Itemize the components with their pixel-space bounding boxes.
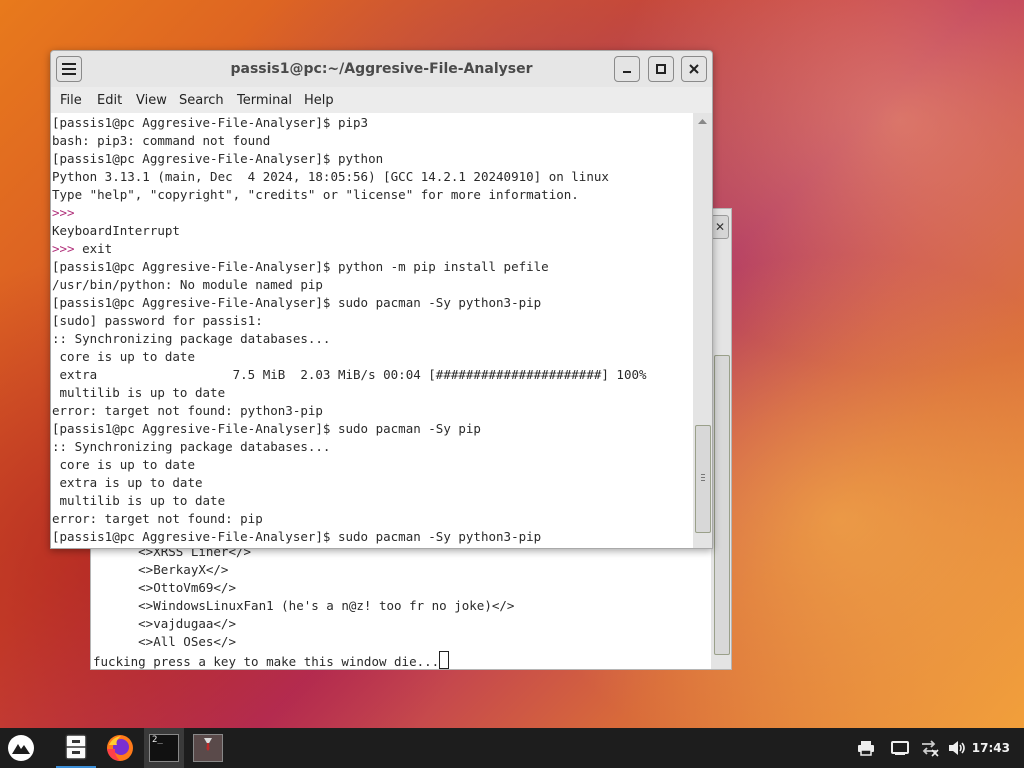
- menu-bar: File Edit View Search Terminal Help: [51, 89, 712, 113]
- terminal-line: core is up to date: [52, 457, 195, 472]
- terminal-icon-label: 2_: [152, 735, 163, 745]
- terminal-line: :: Synchronizing package databases...: [52, 331, 331, 346]
- terminal-last-line: fucking press a key to make this window …: [93, 651, 514, 669]
- terminal-scrollbar[interactable]: [693, 113, 712, 548]
- menu-help[interactable]: Help: [304, 93, 334, 108]
- clock[interactable]: 17:43: [972, 728, 1010, 768]
- terminal-line: multilib is up to date: [52, 385, 226, 400]
- terminal-icon: 2_: [149, 734, 179, 762]
- terminal-line: <>vajdugaa</>: [93, 616, 236, 631]
- firefox-button[interactable]: [100, 728, 140, 768]
- terminal-line: >>>: [52, 205, 75, 220]
- terminal-line: extra 7.5 MiB 2.03 MiB/s 00:04 [########…: [52, 367, 647, 382]
- terminal-line: Python 3.13.1 (main, Dec 4 2024, 18:05:5…: [52, 169, 609, 184]
- terminal-line: <>WindowsLinuxFan1 (he's a n@z! too fr n…: [93, 598, 515, 613]
- monitor-icon: [891, 741, 909, 755]
- terminal-taskbar-button[interactable]: 2_: [144, 728, 184, 768]
- terminal-output[interactable]: [passis1@pc Aggresive-File-Analyser]$ pi…: [51, 113, 693, 548]
- scroll-up-arrow-icon[interactable]: [693, 115, 712, 129]
- network-disconnected-icon: [922, 740, 939, 757]
- terminal-line: KeyboardInterrupt: [52, 223, 180, 238]
- scrollbar-thumb[interactable]: [695, 425, 711, 533]
- terminal-line: extra is up to date: [52, 475, 203, 490]
- terminal-line: multilib is up to date: [52, 493, 226, 508]
- volume-tray-button[interactable]: [946, 728, 968, 768]
- terminal-window[interactable]: passis1@pc:~/Aggresive-File-Analyser Fil…: [50, 50, 713, 549]
- hamburger-icon: [62, 63, 76, 75]
- printer-tray-button[interactable]: [856, 728, 876, 768]
- terminal-line: bash: pip3: command not found: [52, 133, 271, 148]
- display-tray-button[interactable]: [890, 728, 910, 768]
- terminal-line: [passis1@pc Aggresive-File-Analyser]$ py…: [52, 259, 549, 274]
- hamburger-menu-button[interactable]: [56, 56, 82, 82]
- scrollbar-thumb[interactable]: [714, 355, 730, 655]
- terminal-line: error: target not found: pip: [52, 511, 263, 526]
- menu-file[interactable]: File: [60, 93, 82, 108]
- file-cabinet-icon: [65, 734, 87, 760]
- terminal-line: core is up to date: [52, 349, 195, 364]
- minimize-icon: [623, 71, 631, 73]
- terminal-line: Type "help", "copyright", "credits" or "…: [52, 187, 579, 202]
- terminal-icon: [193, 734, 223, 762]
- maximize-icon: [656, 64, 666, 74]
- text-cursor: [439, 651, 450, 669]
- terminal-line: :: Synchronizing package databases...: [52, 439, 331, 454]
- app-menu-button[interactable]: [2, 728, 40, 768]
- terminal-line: error: target not found: python3-pip: [52, 403, 323, 418]
- file-manager-button[interactable]: [56, 728, 96, 768]
- close-icon[interactable]: ✕: [711, 215, 729, 239]
- menu-terminal[interactable]: Terminal: [237, 93, 292, 108]
- terminal-line: <>BerkayX</>: [93, 562, 229, 577]
- terminal-line-text: fucking press a key to make this window …: [93, 654, 440, 669]
- window-titlebar[interactable]: passis1@pc:~/Aggresive-File-Analyser: [51, 51, 712, 87]
- terminal-line: /usr/bin/python: No module named pip: [52, 277, 323, 292]
- terminal-line: [passis1@pc Aggresive-File-Analyser]$ py…: [52, 151, 384, 166]
- terminal-line: [passis1@pc Aggresive-File-Analyser]$ pi…: [52, 115, 369, 130]
- volume-icon: [949, 741, 965, 755]
- terminal-line: [passis1@pc Aggresive-File-Analyser]$ su…: [52, 421, 481, 436]
- repl-prompt: >>>: [52, 241, 75, 256]
- distro-logo-icon: [8, 735, 34, 761]
- minimize-button[interactable]: [614, 56, 640, 82]
- taskbar: 2_ 17:43: [0, 728, 1024, 768]
- network-tray-button[interactable]: [918, 728, 940, 768]
- firefox-icon: [107, 735, 133, 761]
- terminal-line: [passis1@pc Aggresive-File-Analyser]$ su…: [52, 295, 542, 310]
- terminal-taskbar-button-2[interactable]: [188, 728, 228, 768]
- menu-view[interactable]: View: [136, 93, 167, 108]
- terminal-line: >>> exit: [52, 240, 647, 258]
- terminal-line: [passis1@pc Aggresive-File-Analyser]$ su…: [52, 529, 542, 544]
- terminal-line: <>OttoVm69</>: [93, 580, 236, 595]
- menu-edit[interactable]: Edit: [97, 93, 122, 108]
- close-button[interactable]: [681, 56, 707, 82]
- close-icon: [689, 64, 699, 74]
- menu-search[interactable]: Search: [179, 93, 224, 108]
- repl-command: exit: [74, 241, 113, 256]
- terminal-line: [sudo] password for passis1:: [52, 313, 263, 328]
- maximize-button[interactable]: [648, 56, 674, 82]
- printer-icon: [858, 741, 874, 756]
- terminal-line: <>All OSes</>: [93, 634, 236, 649]
- background-terminal-scrollbar[interactable]: ✕: [711, 209, 731, 669]
- suit-icon: [204, 738, 212, 751]
- window-title: passis1@pc:~/Aggresive-File-Analyser: [230, 61, 533, 77]
